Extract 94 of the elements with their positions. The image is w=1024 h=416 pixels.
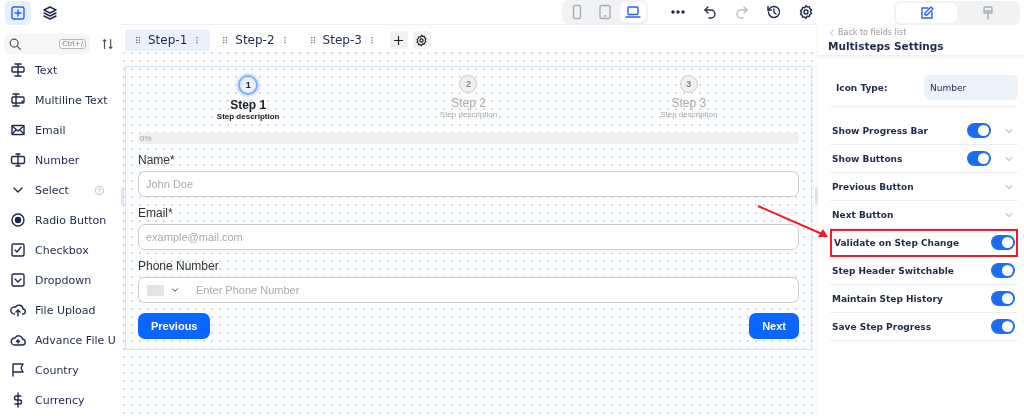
field-label: Name* xyxy=(138,153,176,167)
flag-placeholder xyxy=(147,284,164,296)
toggle-switch[interactable] xyxy=(991,319,1015,334)
step-description: Step description xyxy=(439,110,498,119)
field-type-item[interactable]: Checkbox xyxy=(4,235,120,265)
field-type-label: Text xyxy=(35,63,58,77)
icon-type-select[interactable]: Number xyxy=(924,75,1018,100)
device-button[interactable] xyxy=(620,2,646,22)
step-tab[interactable]: Step-3 xyxy=(299,29,385,51)
field-type-label: Checkbox xyxy=(35,243,89,257)
field-type-label: Currency xyxy=(35,393,85,407)
dropdown-icon xyxy=(10,272,26,288)
field-type-item[interactable]: Text xyxy=(4,55,120,85)
setting-label: Save Step Progress xyxy=(832,321,933,332)
tablet-icon xyxy=(597,4,613,20)
phone-field[interactable]: Enter Phone Number xyxy=(138,277,799,303)
undo-icon xyxy=(702,4,718,20)
panel-tab[interactable] xyxy=(896,2,957,23)
field-label: Email* xyxy=(138,206,174,220)
number-field-icon xyxy=(10,152,26,168)
resize-handle[interactable] xyxy=(121,187,124,205)
field-type-item[interactable]: Email xyxy=(4,115,120,145)
field-type-item[interactable]: Number xyxy=(4,145,120,175)
field-type-item[interactable]: Radio Button xyxy=(4,205,120,235)
text-field[interactable]: example@mail.com xyxy=(138,224,799,250)
setting-label: Show Buttons xyxy=(832,153,904,164)
field-type-item[interactable]: Currency xyxy=(4,385,120,415)
flag-icon xyxy=(10,362,26,378)
setting-label: Maintain Step History xyxy=(832,293,944,304)
setting-label: Step Header Switchable xyxy=(832,265,955,276)
plus-icon xyxy=(392,33,406,47)
field-type-label: Email xyxy=(35,123,66,137)
search-icon xyxy=(8,37,22,51)
step-tab[interactable]: Step-1 xyxy=(125,29,211,51)
field-type-item[interactable]: Country xyxy=(4,355,120,385)
nav-button[interactable]: Previous xyxy=(138,313,211,339)
help-icon xyxy=(93,184,105,196)
envelope-icon xyxy=(10,122,26,138)
panel-title: Multisteps Settings xyxy=(828,40,945,52)
settings-icon xyxy=(798,4,814,20)
field-type-label: Multiline Text xyxy=(35,93,108,107)
field-type-item[interactable]: Advance File U xyxy=(4,325,120,355)
phone-number-input[interactable]: Enter Phone Number xyxy=(194,283,790,297)
edit-icon xyxy=(918,4,935,21)
field-type-label: File Upload xyxy=(35,303,96,317)
laptop-icon xyxy=(625,4,641,20)
text-cursor-icon xyxy=(10,62,26,78)
toggle-switch[interactable] xyxy=(991,263,1015,278)
text-field[interactable]: John Doe xyxy=(138,171,799,197)
field-type-item[interactable]: File Upload xyxy=(4,295,120,325)
step-number[interactable]: 1 xyxy=(238,75,259,95)
cloud-upload-icon xyxy=(10,332,26,348)
redo-icon xyxy=(734,4,750,20)
field-type-item[interactable]: Select xyxy=(4,175,120,205)
field-type-label: Number xyxy=(35,153,80,167)
checkbox-icon xyxy=(10,242,26,258)
progress-label: 0% xyxy=(140,134,152,143)
setting-label: Next Button xyxy=(832,209,895,220)
radio-icon xyxy=(10,212,26,228)
add-step-button[interactable] xyxy=(389,31,408,49)
step-description: Step description xyxy=(660,110,718,119)
toggle-switch[interactable] xyxy=(991,235,1015,250)
add-square-icon xyxy=(10,4,26,21)
drag-handle-icon xyxy=(133,35,143,45)
history-icon xyxy=(766,4,782,20)
field-type-item[interactable]: Multiline Text xyxy=(4,85,120,115)
chevron-down-icon xyxy=(170,285,180,295)
cloud-upload-icon xyxy=(10,302,26,318)
field-type-label: Select xyxy=(35,183,69,197)
textarea-icon xyxy=(10,92,26,108)
sort-icon xyxy=(101,37,115,51)
field-type-item[interactable]: Dropdown xyxy=(4,265,120,295)
step-settings-button[interactable] xyxy=(412,31,431,49)
chevron-left-icon xyxy=(828,28,836,37)
field-type-label: Radio Button xyxy=(35,213,107,227)
setting-label: Icon Type: xyxy=(836,82,888,93)
step-title: Step 3 xyxy=(671,96,707,110)
nav-button[interactable]: Next xyxy=(749,313,799,339)
layers-icon xyxy=(42,4,58,21)
toggle-switch[interactable] xyxy=(967,123,991,138)
field-label: Phone Number xyxy=(138,259,220,273)
setting-label: Previous Button xyxy=(832,181,915,192)
setting-label: Show Progress Bar xyxy=(832,125,929,136)
step-description: Step description xyxy=(216,112,280,121)
step-title: Step 2 xyxy=(451,96,486,110)
toggle-switch[interactable] xyxy=(967,151,991,166)
step-tab[interactable]: Step-2 xyxy=(212,29,298,51)
toggle-switch[interactable] xyxy=(991,291,1015,306)
field-type-label: Advance File U xyxy=(35,333,116,347)
setting-label: Validate on Step Change xyxy=(834,237,960,248)
step-title: Step 1 xyxy=(230,98,267,112)
field-type-label: Country xyxy=(35,363,79,377)
field-type-label: Dropdown xyxy=(35,273,92,287)
settings-icon xyxy=(415,33,429,47)
